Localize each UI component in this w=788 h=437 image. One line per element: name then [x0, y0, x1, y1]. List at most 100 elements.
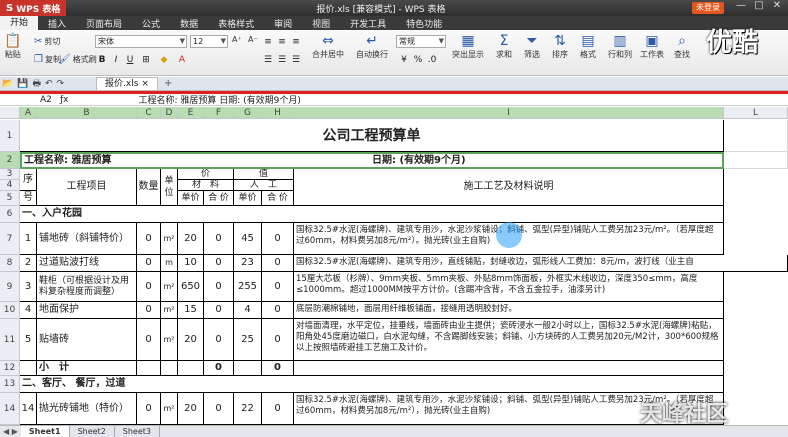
align-middle-icon[interactable]: ≡ [276, 36, 288, 48]
border-icon[interactable]: ⊞ [140, 54, 152, 66]
cell[interactable] [137, 361, 161, 376]
item-labor-total[interactable]: 0 [262, 223, 294, 255]
item-description[interactable]: 15厘大芯板（杉牌）、9mm夹板、5mm夹板、外贴8mm饰面板，外框实木线收边，… [294, 272, 724, 302]
item-no[interactable]: 5 [20, 319, 37, 361]
header-seq-top[interactable]: 序 [20, 169, 37, 191]
tab-view[interactable]: 视图 [302, 17, 340, 30]
row-header[interactable]: 6 [0, 206, 20, 223]
align-left-icon[interactable]: ☰ [262, 54, 274, 66]
header-unit-price2[interactable]: 单价 [234, 191, 262, 206]
align-bottom-icon[interactable]: ≡ [290, 36, 302, 48]
item-unit[interactable]: m [161, 255, 178, 272]
header-seq-bottom[interactable]: 号 [20, 191, 37, 206]
row-header[interactable]: 10 [0, 302, 20, 319]
item-unit[interactable]: m² [161, 302, 178, 319]
tab-developer[interactable]: 开发工具 [340, 17, 396, 30]
item-material-price[interactable]: 20 [178, 393, 204, 425]
row-col-button[interactable]: ▥ 行和列 [608, 33, 632, 60]
item-qty[interactable]: 0 [137, 272, 161, 302]
tab-special[interactable]: 特色功能 [396, 17, 452, 30]
percent-button[interactable]: % [412, 54, 424, 66]
underline-button[interactable]: U [124, 54, 136, 66]
fx-icon[interactable]: ƒx [60, 95, 69, 105]
app-menu-button[interactable]: S WPS 表格 [0, 0, 67, 16]
tab-table-style[interactable]: 表格样式 [208, 17, 264, 30]
item-labor-total[interactable]: 0 [262, 255, 294, 272]
subtotal-label[interactable]: 小 计 [37, 361, 137, 376]
item-name[interactable]: 过道贴波打线 [37, 255, 137, 272]
header-description[interactable]: 施工工艺及材料说明 [294, 169, 724, 206]
align-right-icon[interactable]: ☰ [290, 54, 302, 66]
item-unit[interactable]: m² [161, 223, 178, 255]
row-header[interactable]: 14 [0, 393, 20, 425]
bold-button[interactable]: B [96, 54, 108, 66]
header-total[interactable]: 合 价 [204, 191, 234, 206]
item-material-price[interactable]: 650 [178, 272, 204, 302]
sheet-nav-arrows-icon[interactable]: ◀ ▶ [0, 427, 21, 436]
row-header[interactable]: 1 [0, 120, 20, 152]
maximize-button[interactable]: □ [750, 0, 768, 11]
font-grow-button[interactable]: A⁺ [232, 35, 242, 44]
item-no[interactable]: 1 [20, 223, 37, 255]
row-header[interactable]: 3 [0, 169, 20, 180]
date-cell[interactable]: 日期: (有效期9个月) [370, 152, 724, 169]
row-header[interactable]: 9 [0, 272, 20, 302]
item-labor-price[interactable]: 23 [234, 255, 262, 272]
sum-button[interactable]: Σ 求和 [496, 33, 512, 60]
close-tab-icon[interactable]: × [141, 78, 149, 90]
currency-icon[interactable]: ¥ [398, 54, 410, 66]
item-labor-price[interactable]: 4 [234, 302, 262, 319]
sheet-tab-sheet2[interactable]: Sheet2 [70, 425, 115, 437]
column-header-b[interactable]: B [37, 107, 137, 119]
item-material-price[interactable]: 10 [178, 255, 204, 272]
header-unit-price[interactable]: 单价 [178, 191, 204, 206]
font-color-icon[interactable]: A [176, 54, 188, 66]
redo-icon[interactable]: ↷ [54, 79, 66, 89]
item-name[interactable]: 鞋柜（可根据设计及用料复杂程度而调整） [37, 272, 137, 302]
decimal-icon[interactable]: .0 [426, 54, 438, 66]
item-description[interactable]: 对墙面清理，水平定位，挂垂线，墙面砖由业主提供；瓷砖浸水一般2小时以上，国标32… [294, 319, 724, 361]
row-header[interactable]: 5 [0, 191, 20, 206]
cell[interactable] [161, 361, 178, 376]
cell[interactable] [724, 120, 788, 152]
sheet-tab-sheet3[interactable]: Sheet3 [115, 425, 160, 437]
item-unit[interactable]: m² [161, 319, 178, 361]
item-name[interactable]: 地面保护 [37, 302, 137, 319]
column-header-f[interactable]: F [204, 107, 234, 119]
column-header-l[interactable]: L [724, 107, 788, 119]
row-header[interactable]: 8 [0, 255, 20, 272]
header-total2[interactable]: 合 价 [262, 191, 294, 206]
align-top-icon[interactable]: ≡ [262, 36, 274, 48]
tab-formulas[interactable]: 公式 [132, 17, 170, 30]
column-header-d[interactable]: D [161, 107, 178, 119]
number-format-select[interactable]: 常规 ▼ [396, 35, 446, 48]
undo-icon[interactable]: ↶ [43, 79, 55, 89]
project-name-cell[interactable]: 工程名称: 雅居预算 [20, 152, 370, 169]
open-icon[interactable]: 📂 [0, 79, 15, 89]
tab-home[interactable]: 开始 [0, 16, 39, 30]
cell[interactable] [178, 361, 204, 376]
item-name[interactable]: 贴墙砖 [37, 319, 137, 361]
header-unit[interactable]: 单位 [161, 169, 178, 206]
column-header-g[interactable]: G [234, 107, 262, 119]
item-material-price[interactable]: 20 [178, 223, 204, 255]
item-labor-total[interactable]: 0 [262, 393, 294, 425]
item-name[interactable]: 铺地砖（斜铺特价） [37, 223, 137, 255]
header-material[interactable]: 材 料 [178, 180, 234, 191]
paste-button[interactable]: 📋 粘贴 [4, 33, 21, 60]
header-item[interactable]: 工程项目 [37, 169, 137, 206]
merge-center-button[interactable]: ⇔ 合并居中 [312, 33, 344, 60]
header-labor[interactable]: 人 工 [234, 180, 294, 191]
item-no[interactable]: 3 [20, 272, 37, 302]
conditional-format-button[interactable]: ▦ 突出显示 [452, 33, 484, 60]
item-material-total[interactable]: 0 [204, 319, 234, 361]
item-no[interactable]: 4 [20, 302, 37, 319]
find-button[interactable]: ⌕ 查找 [674, 33, 690, 60]
print-icon[interactable]: 🖶 [30, 76, 43, 92]
item-labor-price[interactable]: 45 [234, 223, 262, 255]
close-window-button[interactable]: ✕ [768, 0, 786, 11]
item-labor-total[interactable]: 0 [262, 272, 294, 302]
item-name[interactable]: 抛光砖铺地（特价） [37, 393, 137, 425]
item-material-total[interactable]: 0 [204, 272, 234, 302]
item-qty[interactable]: 0 [137, 223, 161, 255]
